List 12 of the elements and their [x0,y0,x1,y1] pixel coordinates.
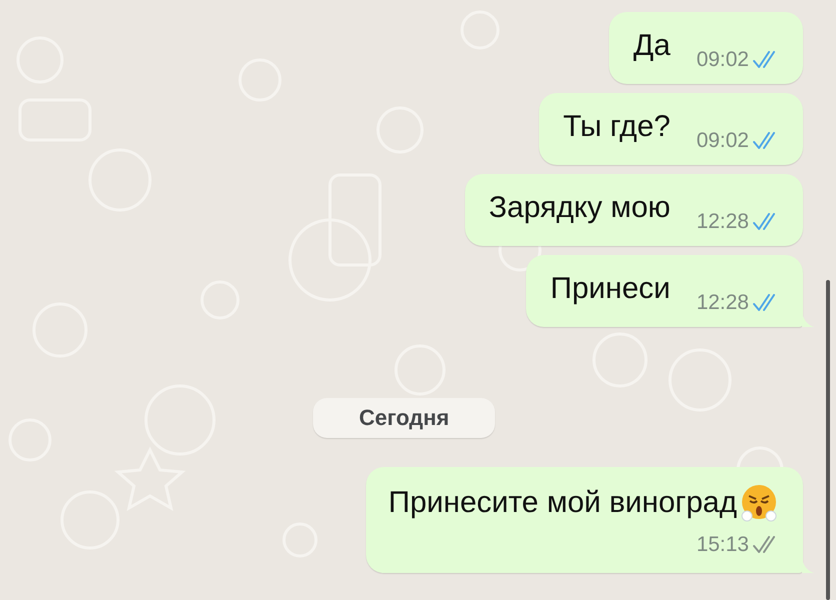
message-time: 09:02 [696,48,749,72]
message-time: 09:02 [696,129,749,153]
message-text: Принесите мой виноград [388,485,737,521]
message-text: Принеси [550,271,670,307]
scrollbar[interactable] [826,280,830,600]
message-text: Ты где? [563,109,670,145]
message-text: Зарядку мою [488,190,670,226]
message-time: 12:28 [696,210,749,234]
date-divider: Сегодня [313,398,496,438]
message-text: Да [633,28,670,64]
message-time: 15:13 [696,533,749,557]
message-time: 12:28 [696,291,749,315]
